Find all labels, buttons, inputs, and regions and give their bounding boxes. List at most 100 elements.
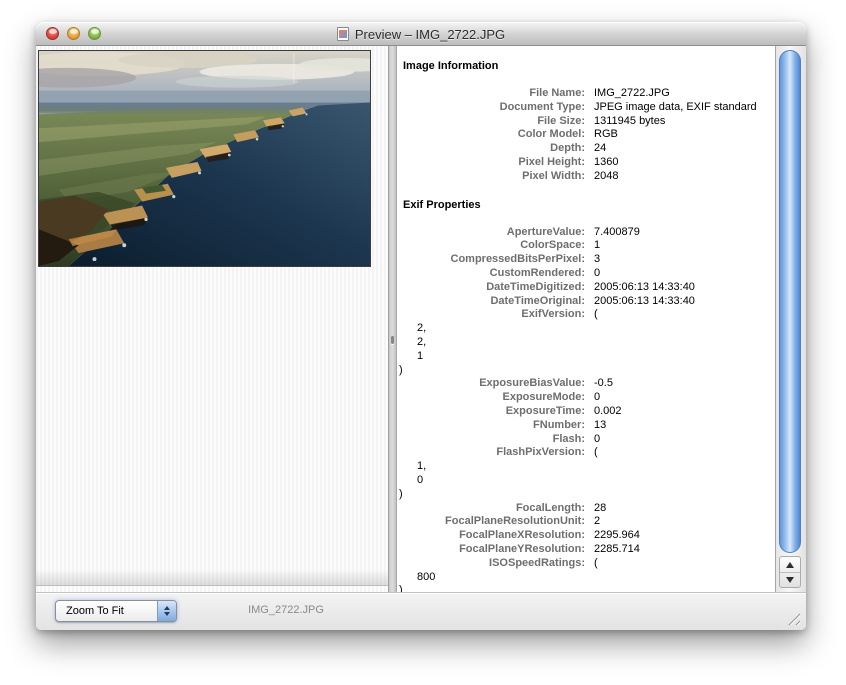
info-row-value: 2285.714 [594, 543, 640, 557]
info-row-value: IMG_2722.JPG [594, 87, 670, 101]
info-row-label: FNumber: [397, 419, 585, 433]
info-row-label: CustomRendered: [397, 267, 585, 281]
info-row-value: 13 [594, 419, 606, 433]
info-row-value: 28 [594, 502, 606, 516]
section-heading: Image Information [403, 59, 775, 73]
info-row-value: ( [594, 446, 598, 460]
info-array-line: 0 [397, 474, 775, 488]
info-row: DateTimeDigitized: 2005:06:13 14:33:40 [397, 281, 775, 295]
info-row: File Size: 1311945 bytes [397, 115, 775, 129]
scrollbar-thumb[interactable] [779, 50, 801, 553]
info-row-label: FlashPixVersion: [397, 446, 585, 460]
info-row-value: RGB [594, 128, 618, 142]
info-array-line: 1, [397, 460, 775, 474]
info-row-value: JPEG image data, EXIF standard [594, 101, 757, 115]
info-row: File Name: IMG_2722.JPG [397, 87, 775, 101]
info-row: Flash: 0 [397, 433, 775, 447]
info-row-value: ( [594, 308, 598, 322]
info-row: ExposureTime:0.002 [397, 405, 775, 419]
info-array-close: ) [397, 584, 775, 592]
info-row-value: 0 [594, 433, 600, 447]
info-row-label: FocalPlaneResolutionUnit: [397, 515, 585, 529]
section-heading: Exif Properties [403, 198, 775, 212]
content-area: Image InformationFile Name:IMG_2722.JPGD… [36, 46, 806, 592]
info-row-value: 2005:06:13 14:33:40 [594, 295, 695, 309]
info-row-value: 24 [594, 142, 606, 156]
zoom-mode-select[interactable]: Zoom To Fit [55, 600, 177, 622]
info-row-label: DateTimeDigitized: [397, 281, 585, 295]
preview-window: Preview – IMG_2722.JPG [36, 22, 806, 630]
info-array-line: 800 [397, 571, 775, 585]
info-row: FNumber: 13 [397, 419, 775, 433]
titlebar[interactable]: Preview – IMG_2722.JPG [36, 22, 806, 46]
info-row: FocalPlaneYResolution: 2285.714 [397, 543, 775, 557]
info-array-close: ) [397, 488, 775, 502]
filename-label: IMG_2722.JPG [206, 604, 366, 616]
info-row: ExposureMode:0 [397, 391, 775, 405]
info-row: FlashPixVersion: ( [397, 446, 775, 460]
info-row-label: File Size: [397, 115, 585, 129]
info-row: ColorSpace: 1 [397, 239, 775, 253]
info-row: Document Type: JPEG image data, EXIF stan… [397, 101, 775, 115]
info-row: FocalPlaneResolutionUnit: 2 [397, 515, 775, 529]
info-row-label: ISOSpeedRatings: [397, 557, 585, 571]
info-row-value: 1311945 bytes [594, 115, 665, 129]
info-row-label: FocalPlaneYResolution: [397, 543, 585, 557]
info-array-line: 2, [397, 336, 775, 350]
scroll-down-button[interactable] [780, 572, 800, 587]
info-row: ISOSpeedRatings: ( [397, 557, 775, 571]
info-row-value: 2048 [594, 170, 618, 184]
down-arrow-icon [786, 577, 794, 583]
document-proxy-icon[interactable] [337, 27, 349, 41]
info-row-value: 2 [594, 515, 600, 529]
info-row-label: Flash: [397, 433, 585, 447]
pane-splitter[interactable] [388, 46, 397, 592]
info-row-value: ( [594, 557, 598, 571]
info-row: FocalPlaneXResolution:2295.964 [397, 529, 775, 543]
info-row: CompressedBitsPerPixel: 3 [397, 253, 775, 267]
info-row-label: FocalLength: [397, 502, 585, 516]
info-row: Pixel Width:2048 [397, 170, 775, 184]
info-row-value: 2005:06:13 14:33:40 [594, 281, 695, 295]
scroll-up-button[interactable] [780, 557, 800, 572]
info-panel: Image InformationFile Name:IMG_2722.JPGD… [397, 46, 775, 592]
info-section: Exif Properties ApertureValue:7.400879Col… [397, 198, 775, 592]
info-row-label: Depth: [397, 142, 585, 156]
info-row-label: File Name: [397, 87, 585, 101]
thumbnail-photo[interactable] [38, 50, 371, 267]
coastline-photo-graphic [39, 51, 370, 266]
info-array-close: ) [397, 364, 775, 378]
info-row-label: CompressedBitsPerPixel: [397, 253, 585, 267]
info-row-value: -0.5 [594, 377, 613, 391]
info-section: Image InformationFile Name:IMG_2722.JPGD… [397, 59, 775, 184]
info-row: ExposureBiasValue:-0.5 [397, 377, 775, 391]
info-row-label: DateTimeOriginal: [397, 295, 585, 309]
info-row-label: Color Model: [397, 128, 585, 142]
info-row: ApertureValue:7.400879 [397, 226, 775, 240]
info-row: Depth: 24 [397, 142, 775, 156]
info-row-label: Pixel Height: [397, 156, 585, 170]
info-row-value: 2295.964 [594, 529, 640, 543]
info-row-value: 1 [594, 239, 600, 253]
splitter-grabber-icon [391, 336, 394, 344]
info-row: ExifVersion:( [397, 308, 775, 322]
info-row: Pixel Height: 1360 [397, 156, 775, 170]
info-row-value: 1360 [594, 156, 618, 170]
info-array-line: 1 [397, 350, 775, 364]
info-row: Color Model: RGB [397, 128, 775, 142]
stepper-icon [157, 601, 176, 621]
info-row-label: ExposureMode: [397, 391, 585, 405]
thumbnail-pane [36, 46, 388, 592]
scrollbar[interactable] [775, 46, 806, 592]
resize-grip[interactable] [785, 610, 800, 625]
info-array-line: 2, [397, 322, 775, 336]
window-title: Preview – IMG_2722.JPG [355, 27, 505, 42]
info-row-value: 0.002 [594, 405, 622, 419]
info-row-value: 7.400879 [594, 226, 640, 240]
info-row-label: ColorSpace: [397, 239, 585, 253]
bottom-bar: Zoom To Fit IMG_2722.JPG [36, 592, 806, 630]
info-row-value: 3 [594, 253, 600, 267]
info-row: CustomRendered:0 [397, 267, 775, 281]
info-row-label: Document Type: [397, 101, 585, 115]
up-arrow-icon [786, 562, 794, 568]
